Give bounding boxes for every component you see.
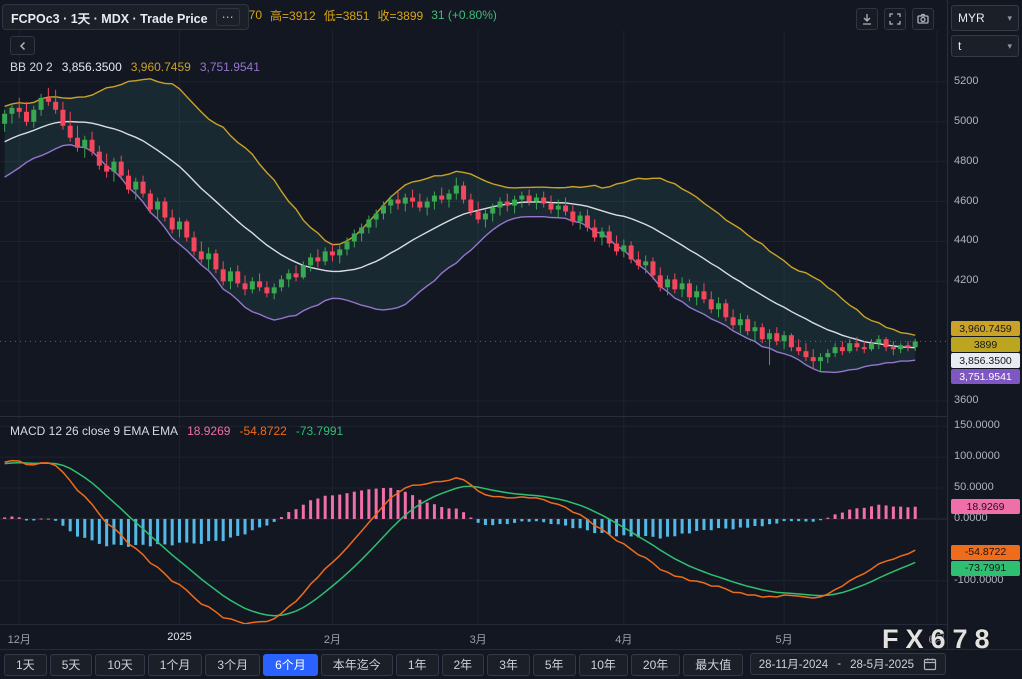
macd-signal-badge: -73.7991 <box>951 560 1020 576</box>
fullscreen-icon[interactable] <box>884 8 906 30</box>
symbol-title: FCPOc3 · 1天 · MDX · Trade Price <box>11 11 208 26</box>
date-range-picker[interactable]: 28-11月-2024 - 28-5月-2025 <box>749 653 946 675</box>
price-tick: 4600 <box>954 194 979 207</box>
macd-hist-value: 18.9269 <box>187 424 231 438</box>
bb-upper-badge: 3,960.7459 <box>951 321 1020 337</box>
bb-indicator-legend[interactable]: BB 20 2 3,856.3500 3,960.7459 3,751.9541 <box>10 60 260 74</box>
macd-hist-badge: 18.9269 <box>951 499 1020 515</box>
time-axis-label: 6月 <box>928 634 946 646</box>
ohlc-summary: 870 高=3912 低=3851 收=3899 31 (+0.80%) <box>242 0 497 30</box>
range-button-12[interactable]: 20年 <box>630 653 681 676</box>
price-tick: 5200 <box>954 74 979 87</box>
range-button-9[interactable]: 3年 <box>487 653 530 676</box>
date-separator: - <box>837 658 842 670</box>
bb-lower-value: 3,751.9541 <box>199 60 260 74</box>
chevron-down-icon: ▾ <box>1007 12 1012 23</box>
range-button-2[interactable]: 10天 <box>95 653 145 676</box>
bb-basis-value: 3,856.3500 <box>61 60 122 74</box>
macd-indicator-legend[interactable]: MACD 12 26 close 9 EMA EMA 18.9269 -54.8… <box>10 424 343 438</box>
date-from: 28-11月-2024 <box>758 659 829 671</box>
chart-header: FCPOc3 · 1天 · MDX · Trade Price ⋯ 870 高=… <box>0 0 947 30</box>
header-icon-group <box>856 8 934 30</box>
chart-canvas[interactable] <box>0 0 947 649</box>
range-button-6[interactable]: 本年迄今 <box>320 653 393 676</box>
chevron-left-icon[interactable] <box>10 36 35 55</box>
currency-label: MYR <box>958 11 985 25</box>
macd-line-value: -54.8722 <box>239 424 287 438</box>
close-value: 收=3899 <box>377 8 424 23</box>
date-to: 28-5月-2025 <box>850 659 914 671</box>
time-axis-label: 4月 <box>615 634 633 646</box>
macd-tick: 100.0000 <box>954 450 1000 463</box>
ellipsis-icon[interactable]: ⋯ <box>215 8 240 26</box>
macd-legend-title: MACD 12 26 close 9 EMA EMA <box>10 424 179 438</box>
camera-icon[interactable] <box>912 8 934 30</box>
chevron-down-icon: ▾ <box>1007 40 1012 51</box>
bb-legend-title: BB 20 2 <box>10 60 53 74</box>
calendar-icon[interactable] <box>923 657 937 671</box>
bb-upper-value: 3,960.7459 <box>130 60 191 74</box>
macd-line-badge: -54.8722 <box>951 544 1020 560</box>
price-tick: 3600 <box>954 394 979 407</box>
symbol-pill[interactable]: FCPOc3 · 1天 · MDX · Trade Price ⋯ <box>2 4 249 30</box>
unit-label: t <box>958 39 962 53</box>
time-axis-label: 12月 <box>7 634 31 646</box>
range-button-11[interactable]: 10年 <box>578 653 628 676</box>
trading-chart-app: FCPOc3 · 1天 · MDX · Trade Price ⋯ 870 高=… <box>0 0 1022 679</box>
time-axis-label: 5月 <box>775 634 793 646</box>
price-tick: 4800 <box>954 154 979 167</box>
download-icon[interactable] <box>856 8 878 30</box>
range-button-3[interactable]: 1个月 <box>147 653 203 676</box>
time-axis-label: 3月 <box>469 634 487 646</box>
time-axis-label: 2025 <box>167 631 192 643</box>
bb-basis-badge: 3,856.3500 <box>951 353 1020 369</box>
macd-tick: 150.0000 <box>954 419 1000 432</box>
price-tick: 5000 <box>954 114 979 127</box>
currency-dropdown[interactable]: MYR ▾ <box>951 5 1019 31</box>
price-tick: 4200 <box>954 274 979 287</box>
macd-tick: 50.0000 <box>954 481 994 494</box>
range-button-7[interactable]: 1年 <box>395 653 439 676</box>
time-axis-label: 2月 <box>323 634 341 646</box>
unit-dropdown[interactable]: t ▾ <box>951 35 1019 57</box>
range-button-4[interactable]: 3个月 <box>205 653 261 676</box>
range-button-0[interactable]: 1天 <box>4 653 47 676</box>
high-value: 高=3912 <box>270 8 316 23</box>
change-value: 31 (+0.80%) <box>431 8 497 22</box>
range-button-1[interactable]: 5天 <box>49 653 93 676</box>
range-button-8[interactable]: 2年 <box>441 653 485 676</box>
last-price-badge: 3899 <box>951 337 1020 353</box>
time-axis[interactable]: 12月 2025 2月 3月 4月 5月 6月 <box>0 624 947 649</box>
bb-lower-badge: 3,751.9541 <box>951 369 1020 385</box>
range-button-13[interactable]: 最大值 <box>683 653 744 676</box>
range-button-group: 1天 5天 10天 1个月 3个月 6个月 本年迄今 1年 2年 3年 5年 10年 20年 最大值 <box>4 653 744 676</box>
price-axis-column[interactable]: MYR ▾ t ▾ 5200 5000 4800 4600 4400 4200 3600 15… <box>947 0 1022 649</box>
low-value: 低=3851 <box>323 8 370 23</box>
range-button-10[interactable]: 5年 <box>532 653 576 676</box>
macd-signal-value: -73.7991 <box>295 424 344 438</box>
range-button-5[interactable]: 6个月 <box>263 653 318 676</box>
price-tick: 4400 <box>954 234 979 247</box>
